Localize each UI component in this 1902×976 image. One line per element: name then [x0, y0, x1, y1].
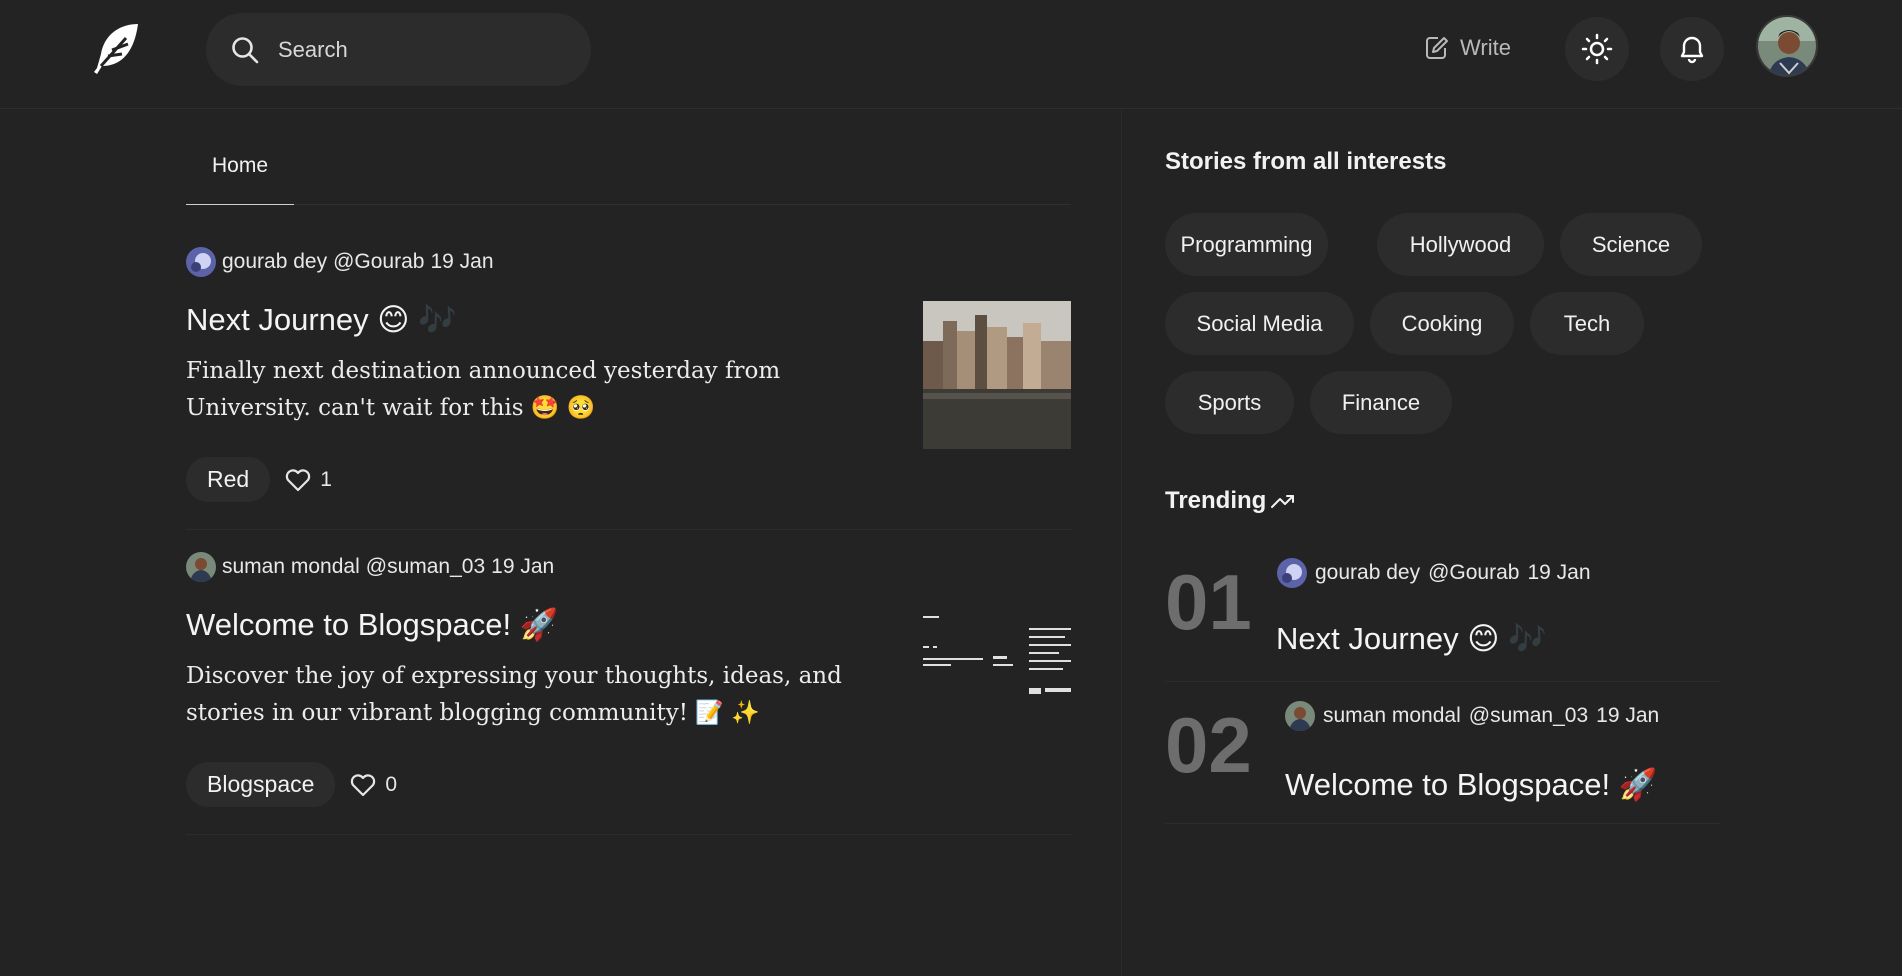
post-meta: gourab dey @Gourab 19 Jan: [186, 245, 494, 279]
post-title-text: Welcome to Blogspace!: [186, 607, 512, 642]
interests-heading: Stories from all interests: [1165, 148, 1447, 175]
search-icon: [232, 37, 259, 64]
search-input[interactable]: [278, 33, 568, 67]
trending-meta: gourab dey @Gourab 19 Jan: [1277, 558, 1591, 588]
trending-heading: Trending: [1165, 487, 1296, 515]
feed-tabs: Home: [186, 148, 1071, 205]
music-notes-emoji: 🎶: [418, 302, 457, 338]
author-handle[interactable]: @suman_03: [366, 555, 485, 579]
user-avatar[interactable]: [1756, 15, 1818, 77]
post-thumbnail[interactable]: [923, 301, 1071, 449]
sun-icon: [1581, 33, 1613, 65]
chip-tech[interactable]: Tech: [1530, 292, 1644, 355]
trending-item: 02 suman mondal @suman_03 19 Jan Welcome…: [1165, 682, 1721, 824]
chip-science[interactable]: Science: [1560, 213, 1702, 276]
author-handle[interactable]: @suman_03: [1469, 704, 1588, 728]
trending-rank: 02: [1165, 701, 1252, 789]
heart-icon: [351, 773, 376, 796]
chip-hollywood[interactable]: Hollywood: [1377, 213, 1544, 276]
chip-finance[interactable]: Finance: [1310, 371, 1452, 434]
rocket-emoji: 🚀: [1618, 767, 1658, 803]
chip-cooking[interactable]: Cooking: [1370, 292, 1514, 355]
tab-home[interactable]: Home: [186, 148, 294, 205]
post-tag[interactable]: Blogspace: [186, 762, 336, 807]
author-avatar[interactable]: [1277, 558, 1307, 588]
trending-meta: suman mondal @suman_03 19 Jan: [1285, 701, 1659, 731]
trending-label: Trending: [1165, 487, 1267, 514]
like-button[interactable]: 1: [284, 466, 332, 494]
author-name[interactable]: suman mondal: [222, 555, 360, 579]
post-meta: suman mondal @suman_03 19 Jan: [186, 550, 554, 584]
trending-title-text: Welcome to Blogspace!: [1285, 767, 1611, 802]
post-date: 19 Jan: [1527, 561, 1591, 584]
chip-social-media[interactable]: Social Media: [1165, 292, 1354, 355]
trending-up-icon: [1271, 495, 1295, 508]
author-avatar[interactable]: [1285, 701, 1315, 731]
trending-title[interactable]: Next Journey 😊 🎶: [1276, 620, 1547, 657]
like-button[interactable]: 0: [349, 771, 397, 799]
write-label: Write: [1460, 35, 1511, 60]
post-excerpt: Discover the joy of expressing your thou…: [186, 658, 906, 732]
trending-rank: 01: [1165, 558, 1252, 646]
write-button[interactable]: Write: [1424, 28, 1511, 68]
post-tag[interactable]: Red: [186, 457, 271, 502]
heart-icon: [286, 468, 311, 491]
trending-title-text: Next Journey: [1276, 621, 1459, 656]
top-nav: Write: [0, 0, 1902, 109]
chip-sports[interactable]: Sports: [1165, 371, 1294, 434]
author-handle[interactable]: @Gourab: [333, 250, 424, 274]
like-count: 1: [320, 467, 332, 491]
post-excerpt-text: Finally next destination announced yeste…: [186, 358, 781, 421]
post-title[interactable]: Welcome to Blogspace! 🚀: [186, 606, 558, 643]
post-footer: Blogspace 0: [186, 762, 397, 807]
excerpt-emojis: 🤩 🥺: [530, 395, 596, 421]
author-avatar[interactable]: [186, 247, 216, 277]
music-notes-emoji: 🎶: [1508, 621, 1547, 657]
notifications-button[interactable]: [1660, 17, 1724, 81]
post-card: gourab dey @Gourab 19 Jan Next Journey 😊…: [186, 245, 1071, 530]
smile-emoji: 😊: [377, 302, 410, 338]
author-handle[interactable]: @Gourab: [1428, 561, 1519, 585]
post-footer: Red 1: [186, 457, 332, 502]
rocket-emoji: 🚀: [519, 607, 559, 643]
theme-toggle-button[interactable]: [1565, 17, 1629, 81]
author-avatar[interactable]: [186, 552, 216, 582]
post-date: 19 Jan: [491, 555, 555, 578]
post-date: 19 Jan: [1596, 704, 1660, 727]
post-excerpt: Finally next destination announced yeste…: [186, 353, 906, 427]
excerpt-emojis: 📝 ✨: [695, 700, 760, 726]
post-card: suman mondal @suman_03 19 Jan Welcome to…: [186, 550, 1071, 835]
author-name[interactable]: gourab dey: [222, 250, 327, 274]
author-name[interactable]: gourab dey: [1315, 561, 1420, 585]
smile-emoji: 😊: [1467, 621, 1500, 657]
trending-item: 01 gourab dey @Gourab 19 Jan Next Journe…: [1165, 552, 1721, 682]
search-bar[interactable]: [206, 13, 591, 86]
like-count: 0: [385, 772, 398, 796]
chip-programming[interactable]: Programming: [1165, 213, 1328, 276]
post-date: 19 Jan: [430, 250, 494, 273]
post-title-text: Next Journey: [186, 302, 369, 337]
column-divider: [1121, 110, 1122, 976]
trending-title[interactable]: Welcome to Blogspace! 🚀: [1285, 766, 1657, 803]
bell-icon: [1680, 36, 1704, 64]
edit-icon: [1426, 37, 1448, 59]
feather-logo-icon[interactable]: [88, 20, 146, 76]
post-thumbnail[interactable]: [923, 606, 1071, 754]
post-title[interactable]: Next Journey 😊 🎶: [186, 301, 457, 338]
author-name[interactable]: suman mondal: [1323, 704, 1461, 728]
